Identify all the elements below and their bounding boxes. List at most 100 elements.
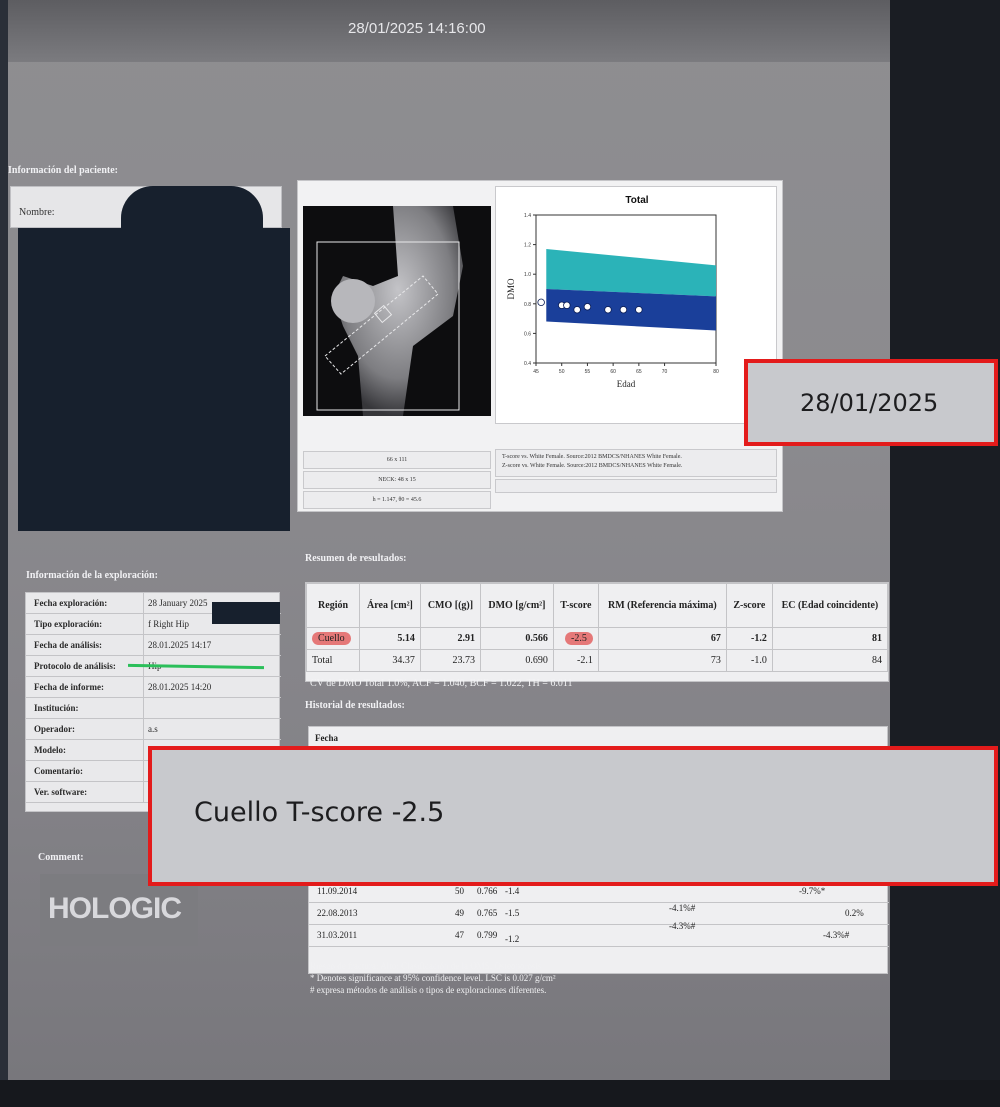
exploration-label: Comentario: — [34, 766, 83, 776]
history-fecha: 22.08.2013 — [317, 908, 358, 918]
exploration-label: Institución: — [34, 703, 79, 713]
footnote-risk: Riesgo de fractura: Alto; Clasificación … — [310, 961, 542, 971]
dmo-cell: 0.566 — [480, 627, 554, 650]
table-row: Total 34.37 23.73 0.690 -2.1 73 -1.0 84 — [305, 649, 889, 672]
background-bottom — [0, 1080, 1000, 1107]
hip-xray-image — [303, 206, 491, 416]
exploration-label: Fecha exploración: — [34, 598, 108, 608]
scan-panel: 66 x 111 NECK: 48 x 15 h = 1.147, θ0 = 4… — [297, 180, 783, 512]
data-point — [563, 301, 571, 309]
y-tick-label: 0.4 — [524, 361, 531, 367]
results-header: EC (Edad coincidente) — [771, 583, 889, 628]
x-tick-label: 50 — [559, 369, 565, 375]
exploration-label: Operador: — [34, 724, 75, 734]
results-header-row: Región Área [cm²] CMO [(g)] DMO [g/cm²] … — [305, 583, 889, 628]
area-cell: 5.14 — [359, 627, 421, 650]
title-bar: 28/01/2025 14:16:00 — [8, 0, 890, 62]
x-tick-label: 80 — [713, 369, 719, 375]
rm-cell: 67 — [597, 627, 727, 650]
dmo-cell: 0.690 — [480, 649, 554, 672]
x-tick-label: 45 — [533, 369, 539, 375]
zscore-cell: -1.2 — [725, 627, 773, 650]
results-header: RM (Referencia máxima) — [597, 583, 727, 628]
chart-reference-zscore: Z-score vs. White Female. Source:2012 BM… — [502, 463, 683, 469]
highlight-tscore: -2.5 — [565, 632, 593, 645]
cmo-cell: 23.73 — [419, 649, 482, 672]
results-grid: Región Área [cm²] CMO [(g)] DMO [g/cm²] … — [305, 583, 889, 672]
y-tick-label: 1.2 — [524, 243, 531, 249]
overlay-date-box: 28/01/2025 — [744, 359, 998, 446]
y-tick-label: 0.6 — [524, 331, 531, 337]
patient-section-title: Información del paciente: — [8, 165, 118, 176]
results-header: Área [cm²] — [359, 583, 421, 628]
exploration-label: Ver. software: — [34, 787, 88, 797]
results-header: T-score — [552, 583, 599, 628]
overlay-date-text: 28/01/2025 — [800, 389, 939, 417]
history-cambio: -4.3%# — [669, 921, 696, 931]
bmd-chart-frame: Total 1.4 1.2 1.0 0.8 0.6 0.4 45 50 55 60 65 70 80 Eda… — [495, 186, 777, 424]
y-axis-label: DMO — [506, 278, 516, 300]
chart-empty-row — [495, 479, 777, 493]
history-tscore: -1.2 — [505, 934, 520, 944]
results-header: Z-score — [725, 583, 773, 628]
exploration-section-title: Información de la exploración: — [26, 570, 158, 581]
ec-cell: 84 — [771, 649, 889, 672]
history-section-title: Historial de resultados: — [305, 700, 405, 711]
data-point — [583, 303, 592, 311]
table-row: Cuello 5.14 2.91 0.566 -2.5 67 -1.2 81 — [305, 627, 889, 650]
cmo-cell: 2.91 — [419, 627, 482, 650]
rm-cell: 73 — [597, 649, 727, 672]
history-edad: 50 — [455, 886, 464, 896]
exploration-label: Modelo: — [34, 745, 66, 755]
y-tick-label: 1.4 — [524, 213, 531, 219]
table-row: 31.03.2011 47 0.799 -1.2 -4.3%# -4.3%# — [309, 921, 889, 947]
history-dmo: 0.766 — [477, 886, 498, 896]
exploration-value: 28.01.2025 14:17 — [143, 635, 280, 656]
results-header: Región — [305, 583, 361, 628]
exploration-value: a.s — [143, 719, 280, 740]
area-cell: 34.37 — [359, 649, 421, 672]
overlay-note-text: Cuello T-score -2.5 — [194, 797, 445, 828]
history-dmo: 0.765 — [477, 908, 498, 918]
exploration-value: 28.01.2025 14:20 — [143, 677, 280, 698]
scan-neck: NECK: 48 x 15 — [303, 471, 491, 489]
exploration-row: Fecha de informe: 28.01.2025 14:20 — [26, 677, 281, 698]
xray-drawing — [316, 206, 463, 416]
tscore-cell: -2.1 — [552, 649, 599, 672]
results-table: Región Área [cm²] CMO [(g)] DMO [g/cm²] … — [305, 582, 889, 682]
y-tick-label: 0.8 — [524, 302, 531, 308]
redaction-small — [212, 602, 280, 624]
background-right — [890, 0, 1000, 1107]
footnotes: Riesgo de fractura: Alto; Clasificación … — [310, 960, 556, 996]
history-fecha: 31.03.2011 — [317, 930, 358, 940]
exploration-label: Tipo exploración: — [34, 619, 103, 629]
chart-title: Total — [625, 195, 648, 206]
x-tick-label: 60 — [610, 369, 616, 375]
x-axis-label: Edad — [617, 379, 636, 389]
x-tick-label: 65 — [636, 369, 642, 375]
history-cambio2: -9.7%* — [799, 886, 826, 896]
scan-size: 66 x 111 — [303, 451, 491, 469]
y-tick-label: 1.0 — [524, 272, 531, 278]
history-dmo: 0.799 — [477, 930, 498, 940]
bmd-chart: Total 1.4 1.2 1.0 0.8 0.6 0.445 50 55 60 65 70 80 Eda… — [506, 195, 719, 389]
exploration-label: Fecha de informe: — [34, 682, 104, 692]
history-cambio2: 0.2% — [845, 908, 864, 918]
overlay-note-box: Cuello T-score -2.5 — [148, 746, 998, 886]
x-tick-label: 70 — [662, 369, 668, 375]
comment-label: Comment: — [38, 852, 84, 863]
history-cambio: -4.1%# — [669, 903, 696, 913]
region-cell: Cuello — [305, 627, 361, 650]
history-fecha: 11.09.2014 — [317, 886, 358, 896]
tscore-cell: -2.5 — [552, 627, 599, 650]
zscore-cell: -1.0 — [725, 649, 773, 672]
footnote-significance: * Denotes significance at 95% confidence… — [310, 973, 556, 983]
exploration-row: Institución: — [26, 698, 281, 719]
exploration-row: Operador: a.s — [26, 719, 281, 740]
highlight-cuello: Cuello — [312, 632, 351, 645]
history-tscore: -1.5 — [505, 908, 520, 918]
footnote-methods: # expresa métodos de análisis o tipos de… — [310, 985, 547, 995]
cv-line: CV de DMO Total 1.0%, ACF = 1.040, BCF =… — [310, 678, 573, 689]
exploration-label: Protocolo de análisis: — [34, 661, 116, 671]
history-edad: 47 — [455, 930, 464, 940]
